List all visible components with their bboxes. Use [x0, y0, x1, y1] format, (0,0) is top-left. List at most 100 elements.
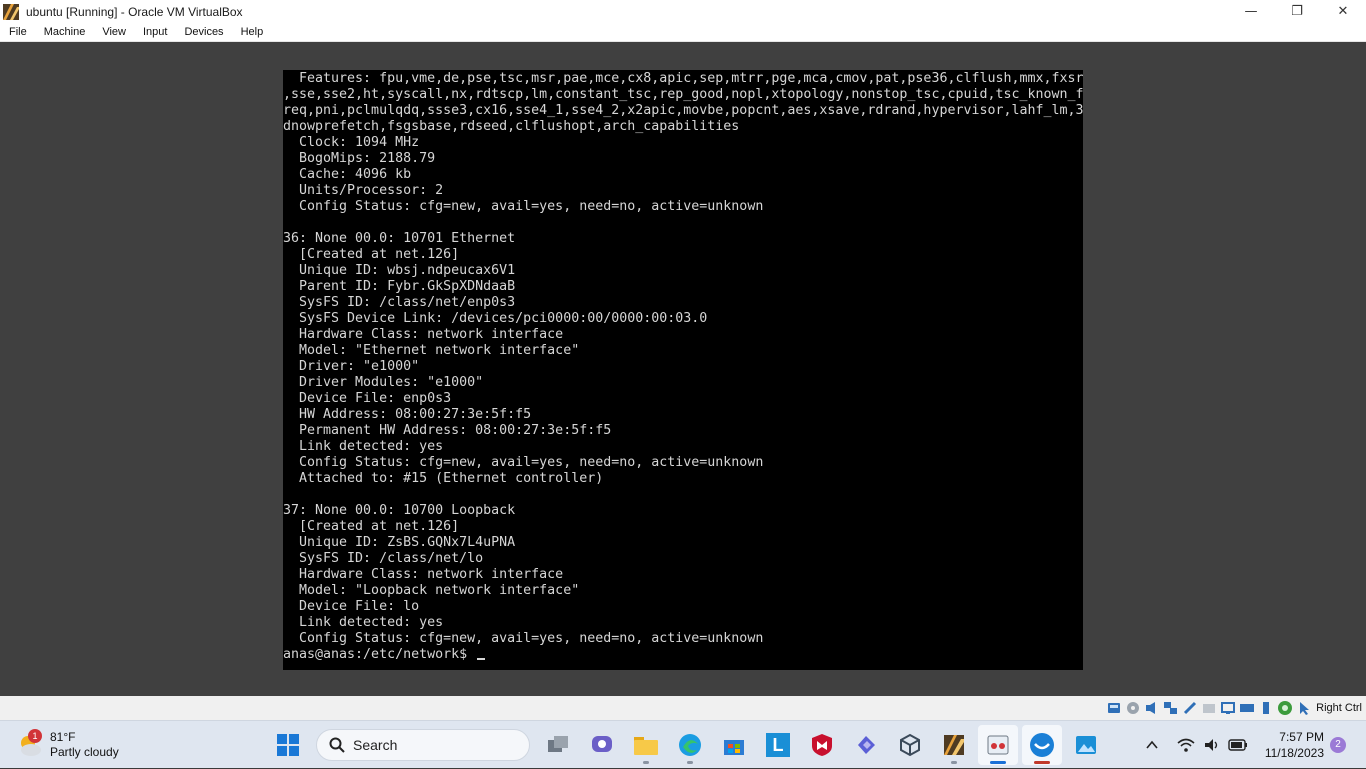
- menu-devices[interactable]: Devices: [175, 26, 231, 38]
- store-icon: [724, 740, 744, 755]
- photos-button[interactable]: [1066, 725, 1106, 765]
- terminal-line: BogoMips: 2188.79: [283, 151, 436, 166]
- shared-folders-icon[interactable]: [1201, 700, 1217, 716]
- terminal-line: HW Address: 08:00:27:3e:5f:f5: [283, 407, 532, 422]
- terminal-line: Driver Modules: "e1000": [283, 375, 484, 390]
- terminal-line: Config Status: cfg=new, avail=yes, need=…: [283, 631, 764, 646]
- weather-condition: Partly cloudy: [50, 745, 119, 759]
- notification-badge[interactable]: 2: [1330, 737, 1346, 753]
- terminal-line: SysFS ID: /class/net/enp0s3: [283, 295, 516, 310]
- terminal-line: dnowprefetch,fsgsbase,rdseed,clflushopt,…: [283, 119, 740, 134]
- recording-icon[interactable]: [1239, 700, 1255, 716]
- terminal-line: Device File: lo: [283, 599, 420, 614]
- display-icon[interactable]: [1220, 700, 1236, 716]
- terminal-line: Permanent HW Address: 08:00:27:3e:5f:f5: [283, 423, 612, 438]
- hard-disk-icon[interactable]: [1106, 700, 1122, 716]
- power-automate-icon: [858, 736, 875, 754]
- search-label: Search: [353, 737, 398, 753]
- usb-icon[interactable]: [1182, 700, 1198, 716]
- power-automate-button[interactable]: [846, 725, 886, 765]
- terminal-line: Hardware Class: network interface: [283, 327, 564, 342]
- file-explorer-button[interactable]: [626, 725, 666, 765]
- virtualbox-manager-button[interactable]: [890, 725, 930, 765]
- terminal-line: Config Status: cfg=new, avail=yes, need=…: [283, 199, 764, 214]
- terminal-line: Driver: "e1000": [283, 359, 420, 374]
- start-button[interactable]: [268, 725, 308, 765]
- edge-icon: [679, 734, 701, 756]
- folder-icon: [634, 737, 658, 755]
- terminal-line: SysFS Device Link: /devices/pci0000:00/0…: [283, 311, 708, 326]
- snipping-tool-icon: [987, 735, 1009, 755]
- terminal-line: Clock: 1094 MHz: [283, 135, 420, 150]
- minimize-button[interactable]: —: [1228, 0, 1274, 23]
- virtualbox-icon: [2, 3, 20, 21]
- cloud-app-icon: [1030, 733, 1054, 757]
- terminal-line: Parent ID: Fybr.GkSpXDNdaaB: [283, 279, 516, 294]
- terminal-screen[interactable]: Features: fpu,vme,de,pse,tsc,msr,pae,mce…: [283, 70, 1083, 670]
- ubuntu-vm-taskbar-button[interactable]: [934, 725, 974, 765]
- edge-browser-button[interactable]: [670, 725, 710, 765]
- audio-icon[interactable]: [1144, 700, 1160, 716]
- clock-date: 11/18/2023: [1264, 746, 1324, 760]
- text-cursor: [477, 658, 486, 660]
- mouse-integration-icon[interactable]: [1296, 700, 1312, 716]
- menu-machine[interactable]: Machine: [35, 26, 94, 38]
- terminal-line: Features: fpu,vme,de,pse,tsc,msr,pae,mce…: [283, 71, 1083, 86]
- weather-badge: 1: [28, 729, 42, 743]
- taskbar-search[interactable]: Search: [316, 729, 530, 761]
- partly-cloudy-icon: 1: [16, 729, 44, 759]
- terminal-prompt: anas@anas:/etc/network$: [283, 647, 476, 662]
- terminal-line: Unique ID: wbsj.ndpeucax6V1: [283, 263, 516, 278]
- terminal-line: [Created at net.126]: [283, 247, 460, 262]
- microsoft-store-button[interactable]: [714, 725, 754, 765]
- photos-icon: [1076, 736, 1096, 754]
- mcafee-shield-icon: [812, 734, 832, 756]
- restore-button[interactable]: ❐: [1274, 0, 1320, 23]
- app-l-button[interactable]: L: [758, 725, 798, 765]
- guest-additions-icon[interactable]: [1277, 700, 1293, 716]
- battery-icon[interactable]: [1227, 734, 1249, 756]
- terminal-line: 36: None 00.0: 10701 Ethernet: [283, 231, 516, 246]
- terminal-line: Attached to: #15 (Ethernet controller): [283, 471, 604, 486]
- weather-widget[interactable]: 1 81°F Partly cloudy: [16, 727, 119, 763]
- terminal-line: Link detected: yes: [283, 615, 444, 630]
- terminal-line: Link detected: yes: [283, 439, 444, 454]
- terminal-line: Cache: 4096 kb: [283, 167, 412, 182]
- taskbar-clock[interactable]: 7:57 PM 11/18/2023: [1265, 729, 1324, 761]
- cpu-icon[interactable]: [1258, 700, 1274, 716]
- menu-help[interactable]: Help: [232, 26, 272, 38]
- weather-temp: 81°F: [50, 730, 76, 744]
- wifi-icon[interactable]: [1175, 734, 1197, 756]
- network-icon[interactable]: [1163, 700, 1179, 716]
- chevron-up-icon[interactable]: [1141, 734, 1163, 756]
- terminal-line: ,sse,sse2,ht,syscall,nx,rdtscp,lm,consta…: [283, 87, 1083, 102]
- vm-status-bar: Right Ctrl: [0, 696, 1366, 720]
- menu-input[interactable]: Input: [134, 26, 175, 38]
- close-button[interactable]: ✕: [1320, 0, 1366, 23]
- chat-icon: [592, 736, 612, 752]
- terminal-line: Unique ID: ZsBS.GQNx7L4uPNA: [283, 535, 516, 550]
- cloud-app-button[interactable]: [1022, 725, 1062, 765]
- terminal-line: Device File: enp0s3: [283, 391, 452, 406]
- menu-view[interactable]: View: [93, 26, 134, 38]
- terminal-prompt-line[interactable]: anas@anas:/etc/network$: [283, 647, 1083, 663]
- snipping-tool-button[interactable]: [978, 725, 1018, 765]
- mcafee-button[interactable]: [802, 725, 842, 765]
- terminal-line: Model: "Ethernet network interface": [283, 343, 580, 358]
- terminal-line: 37: None 00.0: 10700 Loopback: [283, 503, 516, 518]
- menu-bar: File Machine View Input Devices Help: [0, 23, 1366, 42]
- menu-file[interactable]: File: [0, 26, 35, 38]
- task-view-button[interactable]: [538, 725, 578, 765]
- title-bar[interactable]: ubuntu [Running] - Oracle VM VirtualBox …: [0, 0, 1366, 23]
- terminal-line: Hardware Class: network interface: [283, 567, 564, 582]
- search-icon: [329, 737, 345, 753]
- terminal-line: Config Status: cfg=new, avail=yes, need=…: [283, 455, 764, 470]
- cube-icon: [900, 733, 920, 757]
- optical-drive-icon[interactable]: [1125, 700, 1141, 716]
- volume-icon[interactable]: [1201, 734, 1223, 756]
- host-key-label: Right Ctrl: [1316, 702, 1362, 714]
- terminal-line: SysFS ID: /class/net/lo: [283, 551, 484, 566]
- teams-chat-button[interactable]: [582, 725, 622, 765]
